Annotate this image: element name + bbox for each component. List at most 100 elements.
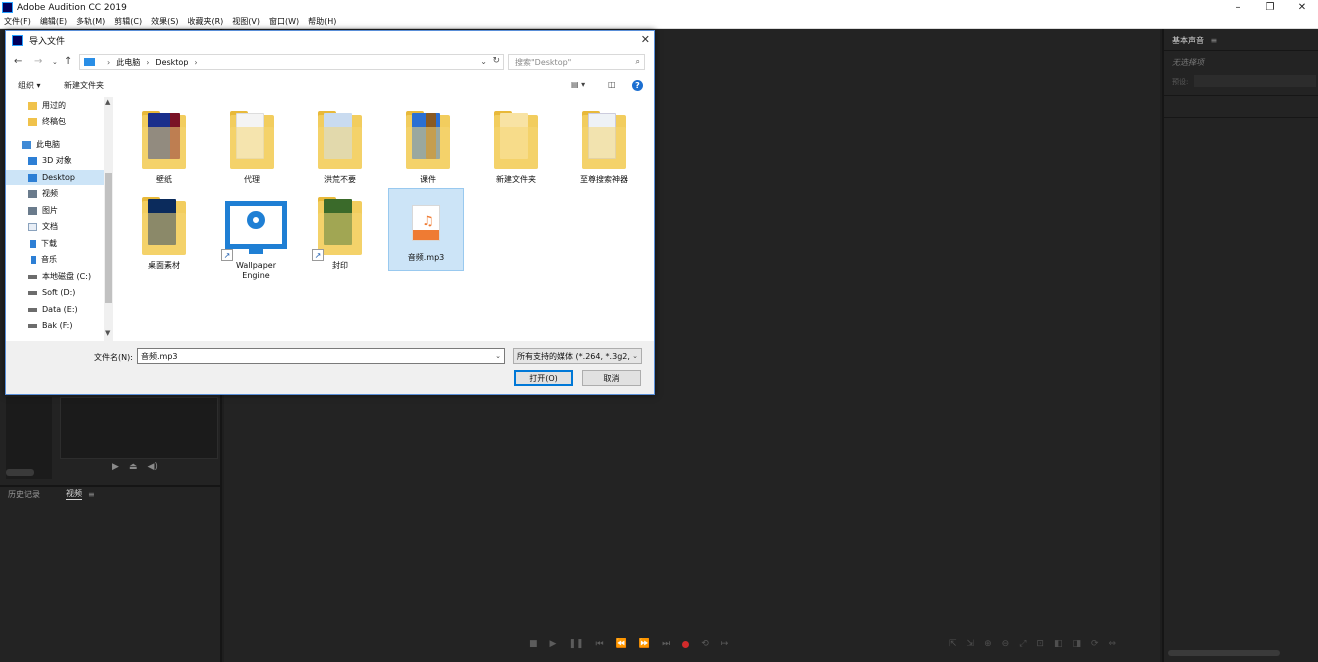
forward-arrow-icon[interactable]: → xyxy=(34,56,42,67)
zoom-selection-icon[interactable]: ⊡ xyxy=(1036,639,1044,649)
volume-icon[interactable]: ◀) xyxy=(147,462,157,472)
export-icon[interactable]: ⏏ xyxy=(129,462,138,472)
file-item-desktop-assets[interactable]: 桌面素材 xyxy=(126,195,202,271)
search-icon[interactable]: ⌕ xyxy=(636,57,640,67)
menu-help[interactable]: 帮助(H) xyxy=(308,16,336,27)
zoom-in-right-icon[interactable]: ◨ xyxy=(1072,639,1081,649)
menu-window[interactable]: 窗口(W) xyxy=(269,16,299,27)
tab-menu-icon[interactable]: ≡ xyxy=(88,490,95,499)
nav-item-pictures[interactable]: 图片 xyxy=(6,203,104,218)
back-arrow-icon[interactable]: ← xyxy=(14,56,22,67)
nav-item-desktop[interactable]: Desktop xyxy=(6,170,104,185)
preview-pane-icon[interactable]: ◫ xyxy=(608,80,616,89)
nav-item-recent[interactable]: 用过的 xyxy=(6,98,104,113)
play-icon[interactable]: ▶ xyxy=(112,462,119,472)
menu-file[interactable]: 文件(F) xyxy=(4,16,31,27)
recent-locations-icon[interactable]: ⌄ xyxy=(52,58,58,66)
file-item-wallpaper[interactable]: 壁纸 xyxy=(126,109,202,185)
fast-forward-icon[interactable]: ⏩ xyxy=(639,639,650,649)
address-dropdown-icon[interactable]: ⌄ xyxy=(480,57,487,66)
nav-item-final[interactable]: 终稿包 xyxy=(6,114,104,129)
chevron-down-icon[interactable]: ⌄ xyxy=(632,352,638,360)
file-type-select[interactable]: 所有支持的媒体 (*.264, *.3g2, ⌄ xyxy=(513,348,642,364)
file-item-new-folder[interactable]: 新建文件夹 xyxy=(478,109,554,185)
cancel-button[interactable]: 取消 xyxy=(582,370,641,386)
refresh-icon[interactable]: ↻ xyxy=(492,56,500,66)
preset-select[interactable] xyxy=(1194,75,1316,87)
address-bar[interactable]: › 此电脑 › Desktop › ⌄ ↻ xyxy=(79,54,504,70)
chevron-down-icon[interactable]: ⌄ xyxy=(495,352,501,360)
menu-favorites[interactable]: 收藏夹(R) xyxy=(187,16,223,27)
zoom-reset-icon[interactable]: ⟳ xyxy=(1091,639,1099,649)
menu-effects[interactable]: 效果(S) xyxy=(151,16,178,27)
menu-multitrack[interactable]: 多轨(M) xyxy=(76,16,105,27)
audio-file-icon: ♫ xyxy=(402,201,450,249)
file-item-wallpaper-engine[interactable]: ↗ Wallpaper Engine xyxy=(218,195,294,281)
play-icon[interactable]: ▶ xyxy=(550,639,557,649)
documents-icon xyxy=(28,222,37,231)
scroll-thumb[interactable] xyxy=(105,173,112,303)
app-title: Adobe Audition CC 2019 xyxy=(17,2,127,13)
nav-item-drive-e[interactable]: Data (E:) xyxy=(6,302,104,317)
filename-field[interactable]: 音频.mp3 ⌄ xyxy=(137,348,505,364)
file-item-search-tool[interactable]: 至尊搜索神器 xyxy=(566,109,642,185)
open-button[interactable]: 打开(O) xyxy=(514,370,573,386)
menu-clip[interactable]: 剪辑(C) xyxy=(114,16,142,27)
menu-edit[interactable]: 编辑(E) xyxy=(40,16,67,27)
file-item-proxy[interactable]: 代理 xyxy=(214,109,290,185)
file-item-courseware[interactable]: 课件 xyxy=(390,109,466,185)
file-item-honghuang[interactable]: 洪荒不要 xyxy=(302,109,378,185)
help-icon[interactable]: ? xyxy=(632,80,643,91)
audition-logo-icon xyxy=(2,2,13,13)
zoom-fit-icon[interactable]: ⇔ xyxy=(1109,639,1117,649)
new-folder-button[interactable]: 新建文件夹 xyxy=(64,80,104,91)
dialog-close-icon[interactable]: ✕ xyxy=(641,33,650,46)
preset-label: 预设: xyxy=(1172,78,1189,86)
minimize-button[interactable]: – xyxy=(1222,0,1254,15)
panel-scrollbar[interactable] xyxy=(1168,650,1280,656)
scroll-up-icon[interactable]: ▲ xyxy=(105,98,110,106)
file-item-seal[interactable]: ↗ 封印 xyxy=(302,195,378,271)
menu-view[interactable]: 视图(V) xyxy=(232,16,260,27)
organize-button[interactable]: 组织 ▾ xyxy=(18,80,41,91)
skip-icon[interactable]: ↦ xyxy=(721,639,729,649)
file-item-audio-mp3[interactable]: ♫ 音频.mp3 xyxy=(388,188,464,271)
download-icon xyxy=(30,239,36,248)
up-arrow-icon[interactable]: ↑ xyxy=(64,56,72,67)
loop-icon[interactable]: ⟲ xyxy=(701,639,709,649)
go-to-start-icon[interactable]: ⏮ xyxy=(596,639,604,649)
restore-button[interactable]: ❐ xyxy=(1254,0,1286,15)
nav-item-drive-c[interactable]: 本地磁盘 (C:) xyxy=(6,269,104,284)
change-view-icon[interactable]: ▤ ▾ xyxy=(571,80,585,89)
tab-video[interactable]: 视频 xyxy=(66,488,82,500)
nav-item-videos[interactable]: 视频 xyxy=(6,186,104,201)
nav-item-documents[interactable]: 文档 xyxy=(6,219,104,234)
scroll-down-icon[interactable]: ▼ xyxy=(105,329,110,337)
zoom-in-time-icon[interactable]: ⊕ xyxy=(984,639,992,649)
nav-scrollbar[interactable]: ▲ ▼ xyxy=(104,97,113,341)
pause-icon[interactable]: ❚❚ xyxy=(568,639,583,649)
breadcrumb-desktop[interactable]: Desktop xyxy=(155,58,188,67)
nav-item-drive-f[interactable]: Bak (F:) xyxy=(6,318,104,333)
drive-icon xyxy=(28,290,37,295)
rewind-icon[interactable]: ⏪ xyxy=(616,639,627,649)
search-input[interactable]: 搜索"Desktop" ⌕ xyxy=(508,54,645,70)
close-button[interactable]: ✕ xyxy=(1286,0,1318,15)
go-to-end-icon[interactable]: ⏭ xyxy=(662,639,670,649)
zoom-in-amplitude-icon[interactable]: ⇱ xyxy=(949,639,957,649)
record-icon[interactable] xyxy=(682,640,690,648)
panel-menu-icon[interactable]: ≡ xyxy=(1211,36,1218,45)
tab-history[interactable]: 历史记录 xyxy=(8,489,40,500)
zoom-in-left-icon[interactable]: ◧ xyxy=(1054,639,1063,649)
zoom-full-icon[interactable]: ⤢ xyxy=(1019,639,1026,649)
nav-item-music[interactable]: 音乐 xyxy=(6,252,104,267)
stop-icon[interactable]: ■ xyxy=(529,639,538,649)
panel-scrollbar[interactable] xyxy=(6,469,34,476)
nav-item-downloads[interactable]: 下载 xyxy=(6,236,104,251)
nav-item-3d-objects[interactable]: 3D 对象 xyxy=(6,153,104,168)
zoom-out-amplitude-icon[interactable]: ⇲ xyxy=(967,639,975,649)
zoom-out-time-icon[interactable]: ⊖ xyxy=(1002,639,1010,649)
nav-item-drive-d[interactable]: Soft (D:) xyxy=(6,285,104,300)
breadcrumb-this-pc[interactable]: 此电脑 xyxy=(116,57,140,68)
nav-item-this-pc[interactable]: 此电脑 xyxy=(6,137,104,152)
